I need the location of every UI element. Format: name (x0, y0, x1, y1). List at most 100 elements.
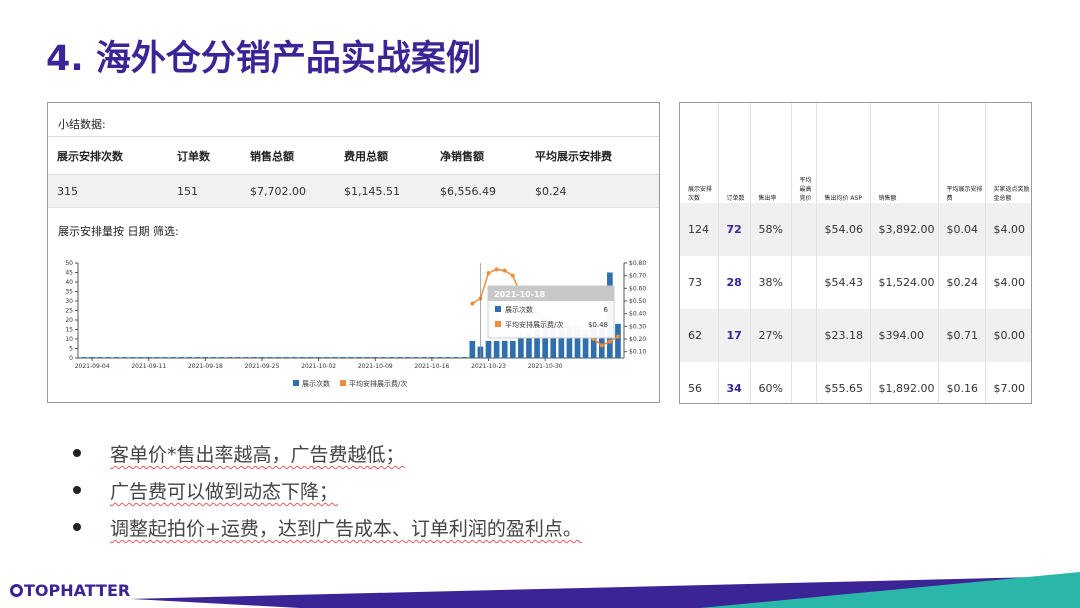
table-cell: 38% (750, 256, 792, 309)
line-point (470, 301, 475, 306)
summary-header: 平均展示安排费 (535, 149, 612, 163)
table-cell: $23.18 (816, 309, 871, 362)
bar (170, 357, 176, 358)
bar (445, 357, 451, 358)
bar (453, 357, 459, 358)
table-cell: $0.00 (985, 309, 1031, 362)
bar (348, 357, 354, 358)
campaign-table-header-cell: 销售额 (870, 103, 939, 203)
bar (404, 357, 411, 358)
table-cell: 27% (750, 309, 792, 362)
line-point (607, 339, 612, 344)
panel-divider (48, 207, 659, 208)
bar (323, 357, 330, 358)
x-tick-label: 2021-09-11 (131, 363, 166, 370)
bar (251, 357, 257, 358)
bar (388, 357, 395, 358)
tooltip-value: 6 (604, 306, 609, 314)
bar (420, 357, 427, 358)
tooltip-swatch (495, 306, 501, 312)
chart-title: 展示安排量按 日期 筛选: (58, 225, 179, 238)
summary-header: 费用总额 (344, 149, 388, 163)
x-tick-label: 2021-09-18 (188, 363, 223, 370)
left-tick-label: 45 (65, 270, 73, 277)
left-tick-label: 35 (65, 289, 73, 296)
table-cell[interactable]: 28 (718, 256, 751, 309)
bullet-item: 广告费可以做到动态下降； (68, 477, 582, 514)
tooltip-swatch (495, 321, 501, 327)
bar (154, 357, 160, 358)
table-row: 73 28 38% $54.43 $1,524.00 $0.24 $4.00 (680, 256, 1031, 309)
summary-panel: 小结数据: 展示安排次数 订单数 销售总额 费用总额 净销售额 平均展示安排费 … (47, 102, 660, 403)
bar (283, 357, 290, 358)
x-tick-label: 2021-10-23 (471, 363, 506, 370)
right-tick-label: $0.70 (629, 273, 646, 280)
table-cell: 60% (750, 362, 792, 403)
table-cell: $0.24 (938, 256, 986, 309)
bar (429, 357, 435, 358)
bar (81, 357, 87, 358)
bar (518, 337, 524, 358)
right-tick-label: $0.60 (629, 285, 646, 292)
impressions-chart[interactable]: 0 5 10 15 20 25 30 35 40 45 50 $0.10 $0.20 $0.30 $0.40… (48, 253, 659, 398)
campaign-table-header-cell: 展示安排次数 (680, 103, 719, 203)
table-cell: $54.43 (816, 256, 871, 309)
summary-header: 展示安排次数 (57, 149, 123, 163)
summary-title: 小结数据: (58, 118, 106, 131)
bullet-dot-icon (73, 523, 81, 531)
table-cell[interactable]: 34 (718, 362, 751, 403)
bar (461, 357, 468, 358)
left-tick-label: 25 (65, 308, 73, 315)
bar (186, 357, 193, 358)
campaign-table-header-cell: 平均展示安排费 (938, 103, 986, 203)
table-cell: 73 (680, 256, 719, 309)
left-tick-label: 40 (65, 279, 73, 286)
table-row: 62 17 27% $23.18 $394.00 $0.71 $0.00 (680, 309, 1031, 362)
bullet-dot-icon (73, 449, 81, 457)
bar (267, 357, 273, 358)
table-cell: $3,892.00 (870, 203, 939, 256)
campaign-table-header-cell: 买家返点奖励金总额 (985, 103, 1031, 203)
bar (178, 357, 184, 358)
bullet-list: 客单价*售出率越高，广告费越低； 广告费可以做到动态下降； 调整起拍价+运费，达… (68, 440, 582, 551)
left-tick-label: 5 (69, 346, 73, 353)
campaign-table-header-cell: 售出率 (750, 103, 792, 203)
table-cell[interactable]: 17 (718, 309, 751, 362)
campaign-table-panel: 展示安排次数 订单数 售出率 平均最高竞价 售出均价 ASP 销售额 平均展示安排费 买家返点… (679, 102, 1032, 404)
bar (380, 357, 387, 358)
table-cell[interactable]: 72 (718, 203, 751, 256)
table-cell: $0.71 (938, 309, 986, 362)
right-tick-label: $0.10 (629, 349, 646, 356)
bar (396, 357, 403, 358)
bullet-item: 客单价*售出率越高，广告费越低； (68, 440, 582, 477)
right-tick-label: $0.40 (629, 311, 646, 318)
left-tick-label: 0 (69, 355, 73, 362)
table-row: 56 34 60% $55.65 $1,892.00 $0.16 $7.00 (680, 362, 1031, 403)
summary-value: 315 (57, 184, 78, 198)
bullet-dot-icon (73, 486, 81, 494)
left-tick-label: 50 (65, 260, 73, 267)
table-cell: $0.04 (938, 203, 986, 256)
bar (226, 357, 233, 358)
table-cell: $7.00 (985, 362, 1031, 403)
bar (501, 340, 508, 358)
bar (372, 357, 379, 358)
x-tick-label: 2021-10-02 (301, 363, 336, 370)
table-cell (791, 256, 817, 309)
summary-value: $0.24 (535, 184, 567, 198)
table-cell: $55.65 (816, 362, 871, 403)
bar (162, 357, 168, 358)
bar (291, 357, 298, 358)
table-cell (791, 203, 817, 256)
tooltip-label: 展示次数 (505, 305, 533, 314)
table-row: 124 72 58% $54.06 $3,892.00 $0.04 $4.00 (680, 203, 1031, 256)
line-point (502, 268, 507, 273)
summary-header: 净销售额 (440, 149, 484, 163)
table-cell: 62 (680, 309, 719, 362)
bar (202, 357, 209, 358)
table-cell: $394.00 (870, 309, 939, 362)
bar (615, 323, 621, 358)
tooltip-value: $0.48 (588, 321, 608, 329)
legend-label: 展示次数 (302, 379, 330, 388)
table-cell: 56 (680, 362, 719, 403)
